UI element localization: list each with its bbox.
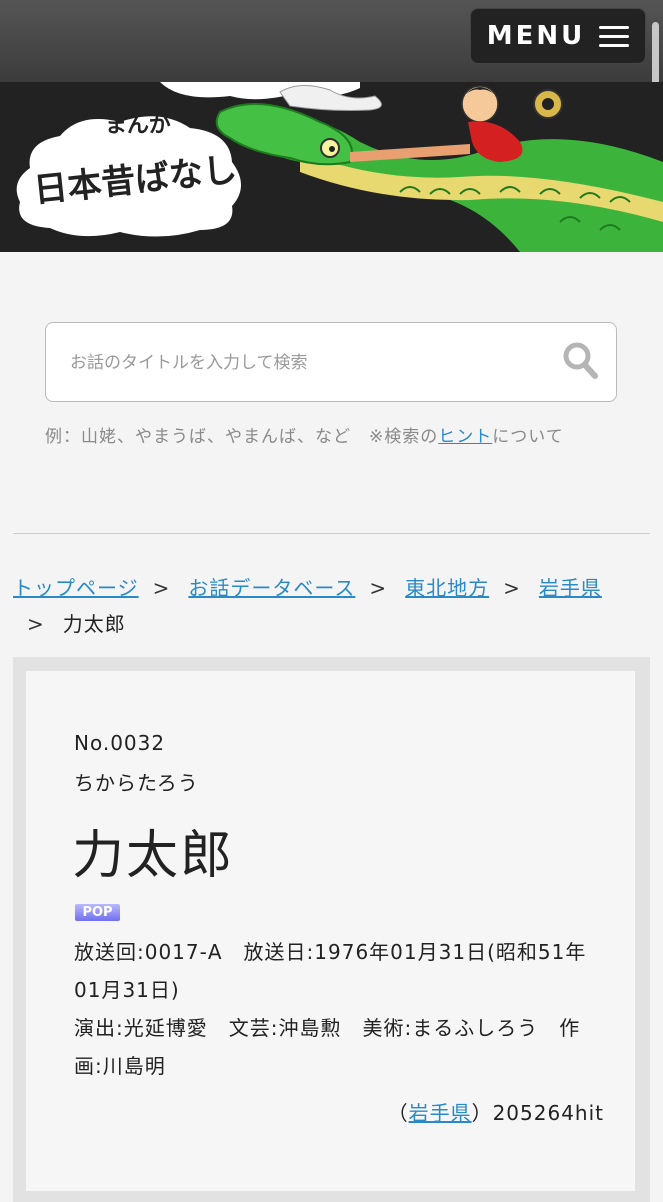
credits-info: 演出:光延博愛 文芸:沖島勲 美術:まるふしろう 作画:川島明: [74, 1016, 581, 1078]
site-banner[interactable]: まんが 日本昔ばなし: [0, 82, 663, 252]
hamburger-icon: [599, 25, 630, 47]
search-box[interactable]: [45, 322, 617, 403]
site-header: MENU: [0, 0, 663, 104]
hit-count: 205264hit: [492, 1101, 604, 1125]
pop-badge: POP: [75, 904, 120, 921]
story-meta: （岩手県）205264hit: [74, 1097, 604, 1126]
breadcrumb-separator: >: [369, 576, 388, 600]
breadcrumb-region[interactable]: 東北地方: [405, 576, 489, 600]
region-link[interactable]: 岩手県: [409, 1101, 472, 1125]
breadcrumb-separator: >: [27, 612, 45, 636]
story-card-frame: No.0032 ちからたろう 力太郎 POP 放送回:0017-A 放送日:19…: [13, 657, 650, 1202]
story-number: No.0032: [74, 731, 166, 755]
search-icon[interactable]: [560, 339, 600, 383]
broadcast-info: 放送回:0017-A 放送日:1976年01月31日(昭和51年01月31日): [74, 940, 587, 1002]
breadcrumb-prefecture[interactable]: 岩手県: [539, 576, 602, 600]
region-open: （: [387, 1101, 409, 1125]
logo-small-text: まんが: [105, 112, 171, 138]
hint-prefix: 例：山姥、やまうば、やまんば、など ※検索の: [45, 427, 439, 447]
hint-link[interactable]: ヒント: [438, 427, 492, 447]
menu-label: MENU: [486, 21, 586, 51]
divider: [13, 533, 650, 534]
hint-suffix: について: [492, 427, 564, 447]
breadcrumb-current: 力太郎: [62, 612, 126, 636]
story-title: 力太郎: [72, 826, 235, 886]
banner-illustration: まんが 日本昔ばなし: [16, 82, 663, 252]
region-close: ）: [471, 1101, 493, 1125]
breadcrumb-separator: >: [503, 576, 521, 600]
story-reading: ちからたろう: [74, 771, 199, 795]
breadcrumb-separator: >: [152, 576, 171, 600]
breadcrumb-database[interactable]: お話データベース: [188, 576, 355, 600]
search-input[interactable]: [68, 323, 552, 403]
menu-button[interactable]: MENU: [470, 8, 646, 64]
breadcrumb-top[interactable]: トップページ: [13, 576, 139, 600]
breadcrumb: トップページ > お話データベース > 東北地方 > 岩手県 > 力太郎: [13, 570, 650, 642]
story-card: No.0032 ちからたろう 力太郎 POP 放送回:0017-A 放送日:19…: [26, 671, 635, 1191]
search-hint: 例：山姥、やまうば、やまんば、など ※検索のヒントについて: [45, 422, 625, 453]
